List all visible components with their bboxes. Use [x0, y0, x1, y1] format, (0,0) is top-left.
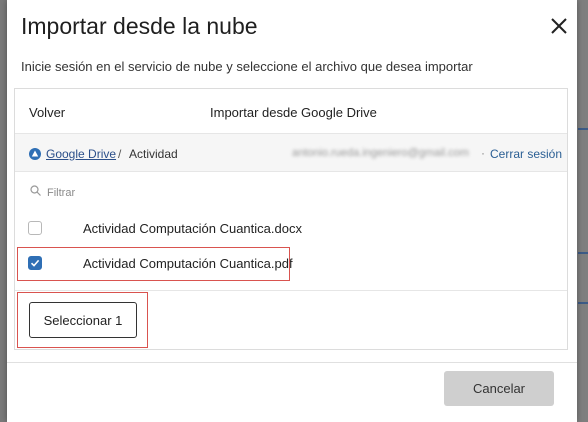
- footer-divider: [7, 362, 577, 363]
- background-link: [578, 252, 588, 254]
- background-page-right: [577, 0, 588, 422]
- breadcrumb-separator: /: [118, 147, 122, 161]
- background-page-left: [0, 0, 7, 422]
- file-name: Actividad Computación Cuantica.docx: [83, 221, 302, 236]
- back-button[interactable]: Volver: [29, 105, 65, 120]
- cloud-file-picker: Volver Importar desde Google Drive Googl…: [14, 88, 568, 350]
- dialog-subtitle: Inicie sesión en el servicio de nube y s…: [21, 59, 473, 74]
- breadcrumb-google-drive[interactable]: Google Drive: [46, 147, 116, 161]
- file-checkbox[interactable]: [28, 221, 42, 235]
- file-row[interactable]: Actividad Computación Cuantica.docx: [15, 212, 567, 246]
- picker-header: Volver Importar desde Google Drive: [15, 89, 567, 134]
- breadcrumb: Google Drive / Actividad antonio.rueda.i…: [15, 134, 567, 172]
- select-button[interactable]: Seleccionar 1: [29, 302, 137, 338]
- background-link: [578, 128, 588, 130]
- logout-link[interactable]: Cerrar sesión: [490, 147, 562, 161]
- search-icon: [30, 185, 41, 196]
- picker-title: Importar desde Google Drive: [210, 105, 377, 120]
- selected-file-highlight: [17, 247, 290, 281]
- background-link: [578, 302, 588, 304]
- filter-input[interactable]: [47, 185, 247, 201]
- account-email: antonio.rueda.ingeniero@gmail.com: [292, 147, 469, 159]
- import-dialog: Importar desde la nube Inicie sesión en …: [7, 0, 577, 422]
- separator-dot: ·: [481, 146, 485, 160]
- close-button[interactable]: [547, 14, 571, 38]
- dialog-title: Importar desde la nube: [21, 13, 258, 39]
- close-icon: [551, 18, 567, 34]
- cancel-button[interactable]: Cancelar: [444, 371, 554, 406]
- breadcrumb-current-folder: Actividad: [129, 147, 178, 161]
- google-drive-icon: [29, 148, 41, 160]
